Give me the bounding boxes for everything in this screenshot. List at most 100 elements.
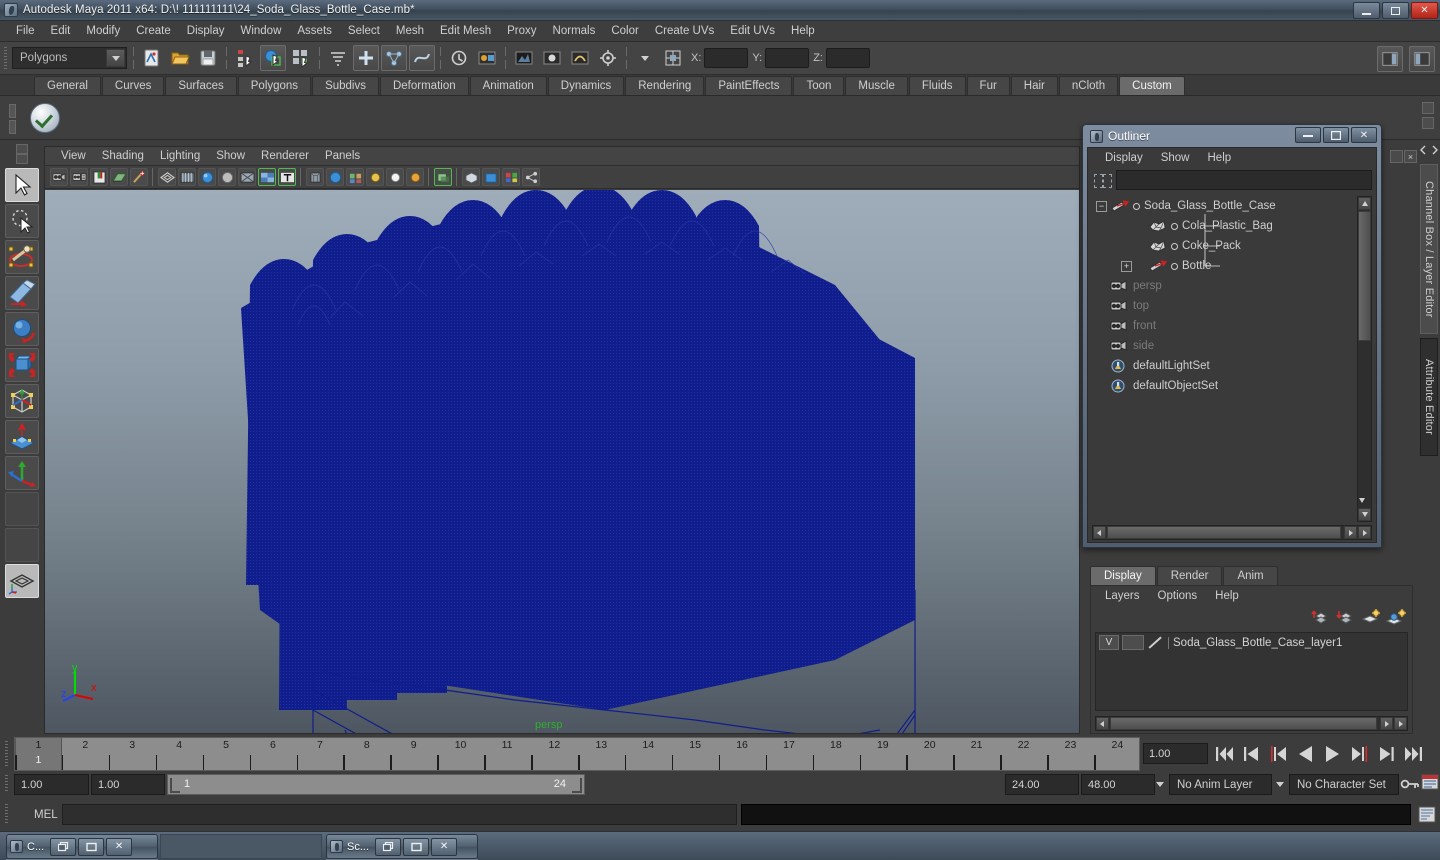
- outliner-menu-show[interactable]: Show: [1152, 151, 1199, 165]
- save-scene-button[interactable]: [195, 45, 221, 71]
- range-left-handle[interactable]: [169, 776, 181, 793]
- show-manipulator-tool[interactable]: [5, 456, 39, 490]
- camera-attributes-icon[interactable]: [70, 168, 88, 186]
- range-slider[interactable]: 1 24: [167, 774, 585, 795]
- layer-list-hscrollbar[interactable]: [1095, 716, 1408, 731]
- outliner-row[interactable]: Coke_Pack: [1092, 236, 1354, 256]
- menu-create-uvs[interactable]: Create UVs: [647, 23, 722, 39]
- lighting-default-icon[interactable]: [386, 168, 404, 186]
- outliner-window[interactable]: Outliner ✕ Display Show Help − Soda_Glas…: [1082, 124, 1382, 548]
- taskbar-window-1-restore-button[interactable]: [50, 837, 77, 856]
- playback-start-time-field[interactable]: 1.00: [91, 774, 165, 795]
- menu-edit-mesh[interactable]: Edit Mesh: [432, 23, 499, 39]
- chevron-down-icon[interactable]: [106, 49, 125, 67]
- menu-modify[interactable]: Modify: [78, 23, 128, 39]
- outliner-row[interactable]: Cola_Plastic_Bag: [1092, 216, 1354, 236]
- step-back-keyframe-button[interactable]: [1240, 742, 1263, 766]
- snap-to-curves-toggle[interactable]: [353, 45, 379, 71]
- y-field[interactable]: [765, 48, 810, 68]
- panel-close-icon[interactable]: ×: [1404, 150, 1417, 163]
- time-slider-grip[interactable]: [2, 739, 12, 769]
- snap-to-view-planes-toggle[interactable]: [409, 45, 435, 71]
- script-editor-button[interactable]: [1417, 805, 1437, 824]
- viewport-toolbar-separator-4[interactable]: [453, 168, 461, 186]
- custom-shelf-button-1[interactable]: [30, 102, 60, 133]
- transform-center-icon[interactable]: [660, 45, 686, 71]
- shelf-tab-deformation[interactable]: Deformation: [379, 76, 469, 95]
- panel-restore-icon[interactable]: [1390, 150, 1403, 163]
- lighting-all-icon[interactable]: [406, 168, 424, 186]
- outliner-filter-icon[interactable]: [1092, 172, 1112, 188]
- single-perspective-view-layout-button[interactable]: [5, 564, 39, 598]
- outliner-scroll-left-icon[interactable]: [1093, 526, 1106, 539]
- collapse-icon[interactable]: −: [1096, 200, 1107, 212]
- playback-end-time-field[interactable]: 24.00: [1005, 774, 1079, 795]
- xray-display-icon[interactable]: [306, 168, 324, 186]
- select-camera-icon[interactable]: [50, 168, 68, 186]
- menu-display[interactable]: Display: [179, 23, 233, 39]
- render-current-frame-button[interactable]: [539, 45, 565, 71]
- layer-row[interactable]: V Soda_Glass_Bottle_Case_layer1: [1096, 633, 1407, 652]
- shelf-tab-rendering[interactable]: Rendering: [625, 76, 705, 95]
- menu-proxy[interactable]: Proxy: [499, 23, 544, 39]
- toolbar-separator-6[interactable]: [622, 46, 631, 70]
- text-display-icon[interactable]: [278, 168, 296, 186]
- shelf-option-box-icon-2[interactable]: [1422, 117, 1434, 129]
- outliner-scroll-right-icon[interactable]: [1344, 526, 1357, 539]
- menu-window[interactable]: Window: [232, 23, 289, 39]
- shelf-tab-subdivs[interactable]: Subdivs: [312, 76, 379, 95]
- outliner-menu-display[interactable]: Display: [1096, 151, 1152, 165]
- viewport-menu-panels[interactable]: Panels: [317, 149, 368, 163]
- taskbar-window-2-maximize-button[interactable]: [403, 837, 430, 856]
- anim-layer-field[interactable]: No Anim Layer: [1169, 774, 1272, 795]
- viewport-toolbar-separator-3[interactable]: [425, 168, 433, 186]
- outliner-row[interactable]: defaultLightSet: [1092, 356, 1354, 376]
- shelf-tab-hair[interactable]: Hair: [1010, 76, 1058, 95]
- wireframe-shading-icon[interactable]: [158, 168, 176, 186]
- new-layer-from-selected-icon[interactable]: [1385, 608, 1406, 626]
- outliner-close-button[interactable]: ✕: [1351, 127, 1377, 143]
- layer-menu-help[interactable]: Help: [1206, 589, 1248, 603]
- play-forwards-button[interactable]: [1321, 742, 1344, 766]
- layer-editor-tab-display[interactable]: Display: [1090, 566, 1156, 585]
- viewport2-icon[interactable]: [502, 168, 520, 186]
- x-field[interactable]: [704, 48, 749, 68]
- mel-command-input[interactable]: [62, 804, 737, 825]
- render-globals-button[interactable]: [474, 45, 500, 71]
- z-field[interactable]: [825, 48, 870, 68]
- key-icon[interactable]: [1400, 774, 1420, 794]
- scroll-down-icon[interactable]: [1358, 495, 1366, 507]
- ipr-render-button[interactable]: [567, 45, 593, 71]
- outliner-scroll-right-end-icon[interactable]: [1358, 526, 1371, 539]
- menu-normals[interactable]: Normals: [545, 23, 604, 39]
- layer-list[interactable]: V Soda_Glass_Bottle_Case_layer1: [1095, 632, 1408, 711]
- last-tool-used-button[interactable]: [5, 492, 39, 526]
- minimize-button[interactable]: [1353, 2, 1380, 19]
- taskbar-window-2[interactable]: Sc... ✕: [326, 834, 478, 859]
- outliner-row[interactable]: top: [1092, 296, 1354, 316]
- step-forward-frame-button[interactable]: [1348, 742, 1371, 766]
- soft-modification-tool[interactable]: [5, 420, 39, 454]
- show-hide-attribute-editor-button[interactable]: [1377, 46, 1403, 72]
- viewport-menu-view[interactable]: View: [53, 149, 94, 163]
- viewport-toolbar-separator[interactable]: [149, 168, 157, 186]
- shelf-tab-curves[interactable]: Curves: [101, 76, 165, 95]
- scroll-left-icon[interactable]: [1096, 717, 1109, 730]
- outliner-row[interactable]: side: [1092, 336, 1354, 356]
- perspective-viewport[interactable]: persp y z x: [45, 190, 1079, 733]
- menu-edit[interactable]: Edit: [43, 23, 79, 39]
- outliner-row[interactable]: front: [1092, 316, 1354, 336]
- panel-collapse-arrows[interactable]: [1420, 144, 1438, 159]
- menu-file[interactable]: File: [8, 23, 43, 39]
- select-by-object-type-button[interactable]: [260, 45, 286, 71]
- layer-editor-tab-render[interactable]: Render: [1156, 566, 1223, 585]
- outliner-search-input[interactable]: [1116, 170, 1372, 190]
- new-scene-button[interactable]: [139, 45, 165, 71]
- toolbar-separator-4[interactable]: [436, 46, 445, 70]
- smooth-preview-icon[interactable]: [346, 168, 364, 186]
- open-render-view-button[interactable]: [511, 45, 537, 71]
- two-d-pan-zoom-icon[interactable]: [130, 168, 148, 186]
- outliner-vscrollbar[interactable]: [1357, 196, 1372, 522]
- shelf-tab-painteffects[interactable]: PaintEffects: [705, 76, 793, 95]
- outliner-hscrollbar[interactable]: [1092, 525, 1372, 540]
